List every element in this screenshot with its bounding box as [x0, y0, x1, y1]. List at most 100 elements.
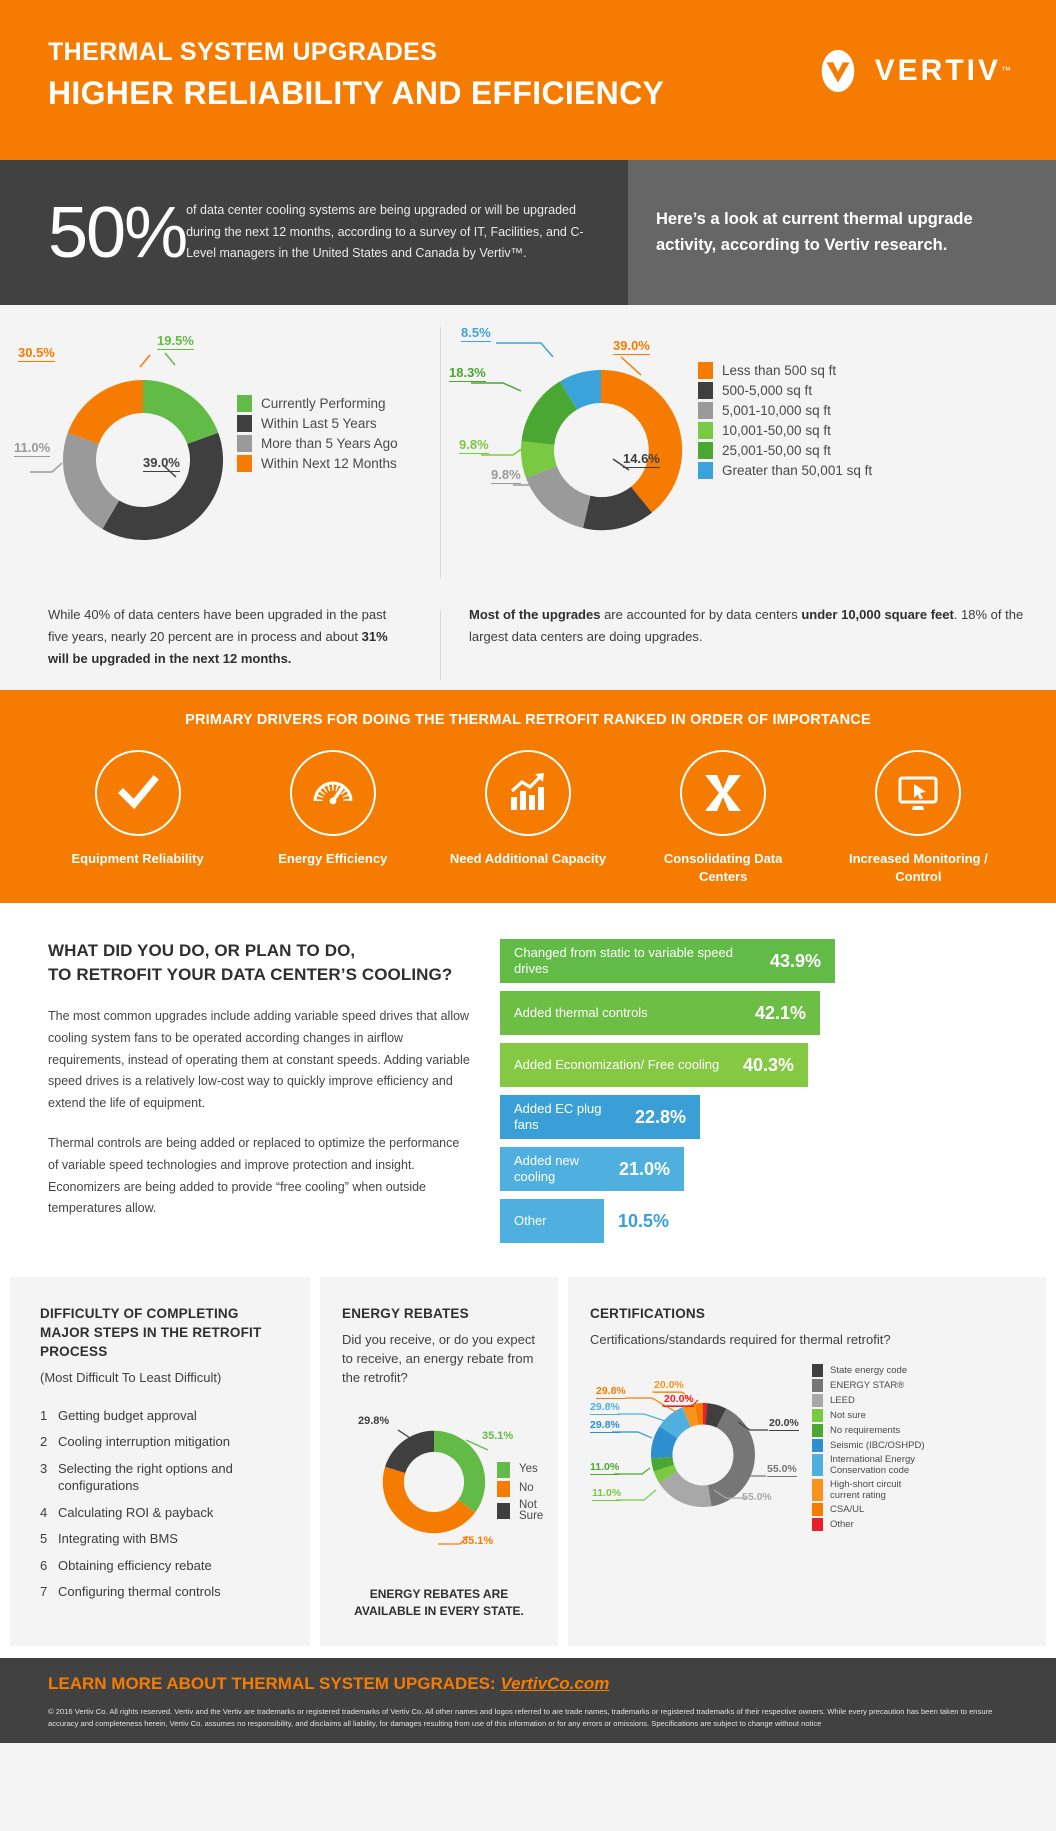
certs-subheading: Certifications/standards required for th… [590, 1331, 891, 1347]
legend-item: Other [812, 1518, 925, 1532]
bar-label: Other [514, 1212, 547, 1228]
footer-spacer [0, 1646, 1056, 1659]
difficulty-subheading: (Most Difficult To Least Difficult) [40, 1369, 222, 1385]
bar: Added Economization/ Free cooling 40.3% [500, 1043, 808, 1088]
page-footer: LEARN MORE ABOUT THERMAL SYSTEM UPGRADES… [0, 1658, 1056, 1744]
list-text: Configuring thermal controls [58, 1584, 221, 1600]
callout-29-8-a: 29.8% [596, 1384, 626, 1399]
stat-banner: 50% of data center cooling systems are b… [0, 160, 1056, 305]
infographic-page: THERMAL SYSTEM UPGRADES HIGHER RELIABILI… [0, 0, 1056, 1831]
legend-swatch [812, 1378, 823, 1392]
legend-item: 10,001-50,00 sq ft [698, 422, 872, 439]
legend-swatch [497, 1480, 510, 1497]
legend-swatch [812, 1363, 823, 1377]
legend-swatch [497, 1503, 510, 1520]
callout-9-8-b: 9.8% [491, 467, 521, 484]
legend-item: Less than 500 sq ft [698, 362, 872, 379]
certs-leaders [612, 1391, 768, 1501]
legend-label: Within Last 5 Years [261, 415, 377, 431]
stat-banner-left: 50% of data center cooling systems are b… [0, 160, 628, 305]
bar-value: 21.0% [618, 1158, 670, 1179]
stat-description: of data center cooling systems are being… [186, 203, 584, 261]
donut-charts-row: 19.5% 30.5% 11.0% 39.0% Currently Perfor… [0, 305, 1056, 600]
bar: Changed from static to variable speed dr… [500, 939, 835, 984]
driver-label: Energy Efficiency [278, 851, 388, 866]
energy-rebates-column: ENERGY REBATES Did you receive, or do yo… [320, 1277, 558, 1647]
legend-item: CSA/UL [812, 1503, 925, 1517]
legend-label: No requirements [830, 1424, 901, 1436]
bar-row: Added new cooling 21.0% [500, 1147, 1016, 1192]
list-number: 5 [40, 1531, 48, 1547]
list-text: Obtaining efficiency rebate [58, 1557, 212, 1573]
bar: Added EC plug fans 22.8% [500, 1095, 700, 1140]
callout-29-8: 29.8% [358, 1414, 390, 1427]
list-number: 4 [40, 1504, 48, 1520]
legend-swatch [812, 1393, 823, 1407]
bar-growth-icon [510, 773, 544, 810]
legend-swatch [698, 462, 713, 479]
legend-label: 500-5,000 sq ft [722, 382, 813, 398]
legend-item: 25,001-50,00 sq ft [698, 442, 872, 459]
legend-label: 5,001-10,000 sq ft [722, 402, 831, 418]
page-title-line1: THERMAL SYSTEM UPGRADES [48, 38, 438, 66]
page-header: THERMAL SYSTEM UPGRADES HIGHER RELIABILI… [0, 0, 1056, 160]
driver-need-additional-capacity: Need Additional Capacity [443, 750, 613, 885]
legend-item: ENERGY STAR® [812, 1378, 925, 1392]
legend-label: International Energy Conservation code [830, 1453, 916, 1477]
learn-more-label: LEARN MORE ABOUT THERMAL SYSTEM UPGRADES… [48, 1674, 501, 1694]
driver-label: Equipment Reliability [71, 851, 204, 866]
stat-value: 50% [48, 192, 188, 273]
legend-label: 10,001-50,00 sq ft [722, 422, 831, 438]
legend-item: 500-5,000 sq ft [698, 382, 872, 399]
list-text: Cooling interruption mitigation [58, 1434, 230, 1450]
list-item: 4 Calculating ROI & payback [40, 1504, 288, 1522]
summary-right-mid: are accounted for by data centers [600, 607, 802, 622]
driver-icon-circle [484, 750, 571, 836]
bar-value: 43.9% [769, 950, 821, 971]
driver-energy-efficiency: Energy Efficiency [248, 750, 418, 885]
legend-swatch [237, 455, 252, 472]
brand-tm: ™ [1001, 65, 1011, 77]
certs-heading: CERTIFICATIONS [590, 1306, 706, 1322]
bar-label: Added new cooling [514, 1152, 580, 1185]
legend-label: Within Next 12 Months [261, 455, 397, 471]
legend-item: Seismic (IBC/OSHPD) [812, 1438, 925, 1452]
callout-39-0: 39.0% [613, 338, 650, 355]
energy-rebates-donut-wrap: 29.8% 35.1% 35.1% Yes No Not Sure [342, 1404, 543, 1564]
bar-value: 10.5% [618, 1210, 670, 1231]
legend-label: No [519, 1481, 534, 1494]
legend-item: Within Next 12 Months [237, 455, 398, 472]
driver-icon-circle [680, 750, 767, 836]
monitor-icon [898, 776, 938, 810]
callout-19-5: 19.5% [157, 333, 194, 350]
callout-55-0-b: 55.0% [742, 1490, 772, 1503]
list-number: 6 [40, 1557, 48, 1573]
legend-item: Not Sure [497, 1499, 543, 1523]
legend-swatch [698, 402, 713, 419]
header-titles: THERMAL SYSTEM UPGRADES HIGHER RELIABILI… [48, 38, 664, 112]
summary-left: While 40% of data centers have been upgr… [0, 600, 440, 690]
driver-label: Increased Monitoring / Control [849, 851, 988, 884]
legend-item: LEED [812, 1393, 925, 1407]
legend-item: Within Last 5 Years [237, 415, 398, 432]
callout-11-0-b: 11.0% [592, 1486, 622, 1501]
legend-swatch [812, 1503, 823, 1517]
facility-size-chart: 39.0% 8.5% 18.3% 9.8% 9.8% 14.6% Less th… [441, 305, 1056, 600]
certifications-legend: State energy code ENERGY STAR® LEED Not … [812, 1363, 925, 1534]
legend-label: Not sure [830, 1409, 866, 1421]
certifications-column: CERTIFICATIONS Certifications/standards … [568, 1277, 1046, 1647]
vertiv-url-link[interactable]: VertivCo.com [500, 1674, 609, 1693]
list-item: 2 Cooling interruption mitigation [40, 1433, 288, 1451]
legend-item: Greater than 50,001 sq ft [698, 462, 872, 479]
difficulty-list: 1 Getting budget approval 2 Cooling interr… [40, 1407, 288, 1601]
list-number: 1 [40, 1407, 48, 1423]
rebates-subheading: Did you receive, or do you expect to rec… [342, 1331, 535, 1385]
legend-item: Currently Performing [237, 395, 398, 412]
legend-item: State energy code [812, 1363, 925, 1377]
bottom-columns: DIFFICULTY OF COMPLETING MAJOR STEPS IN … [0, 1277, 1056, 1647]
list-text: Calculating ROI & payback [58, 1504, 214, 1520]
summary-right: Most of the upgrades are accounted for b… [441, 600, 1056, 690]
list-number: 2 [40, 1434, 48, 1450]
rebates-heading: ENERGY REBATES [342, 1306, 469, 1322]
legend-label: Less than 500 sq ft [722, 362, 837, 378]
